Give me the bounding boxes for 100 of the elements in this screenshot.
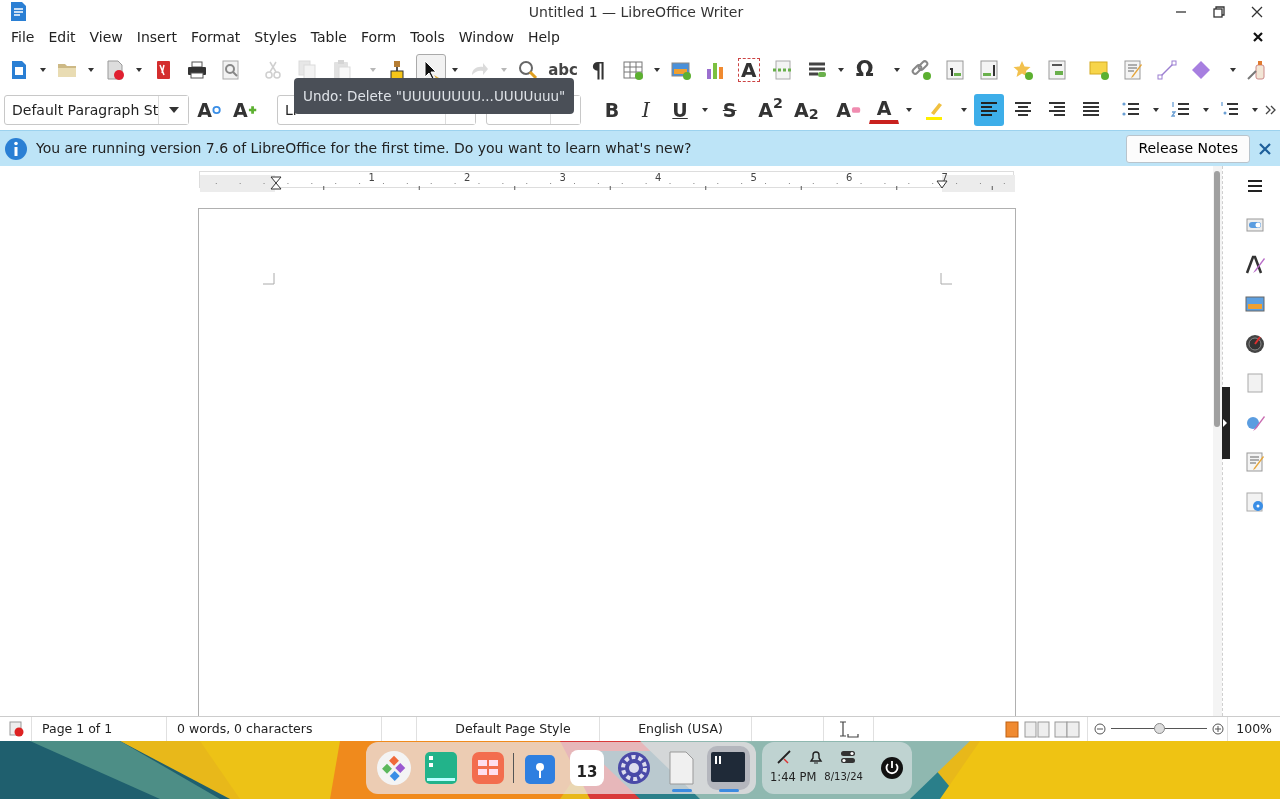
dock-app-button[interactable] — [706, 746, 750, 790]
compass-icon — [1244, 332, 1266, 355]
gear-icon — [616, 750, 653, 786]
paragraph-style-field[interactable]: Default Paragraph St — [4, 95, 190, 125]
plus-icon — [247, 105, 257, 115]
maximize-button[interactable] — [1212, 5, 1226, 19]
restore-icon — [1212, 5, 1226, 19]
two-pages-icon — [1024, 720, 1051, 738]
text-boundary-mark — [262, 273, 275, 285]
more-options-button[interactable] — [1265, 104, 1277, 116]
ruler-number: 7 — [941, 172, 948, 184]
endnote-icon — [977, 59, 1000, 81]
page-count-text: Page 1 of 1 — [42, 719, 113, 738]
book-pages-icon — [1054, 720, 1081, 738]
italic-button[interactable]: I — [631, 94, 662, 126]
menu-item[interactable]: View — [82, 25, 130, 49]
comment-icon — [1087, 59, 1110, 81]
star-icon — [1011, 59, 1034, 81]
font-color-button[interactable]: A — [869, 96, 900, 124]
marks-button[interactable]: ¶ — [583, 54, 614, 86]
align-left-button[interactable] — [974, 94, 1005, 126]
power-button[interactable] — [880, 756, 904, 780]
tiles-app-icon — [469, 750, 506, 786]
sidebar-handle[interactable] — [1222, 387, 1230, 459]
close-icon — [1258, 141, 1272, 156]
menu-item[interactable]: Edit — [41, 25, 83, 49]
menu-item[interactable]: Window — [451, 25, 521, 49]
ruler-number: 6 — [846, 172, 853, 184]
textbox-button[interactable]: A — [733, 54, 764, 86]
cross-reference-icon — [1045, 59, 1068, 81]
chevrons-icon — [1265, 104, 1277, 116]
menu-item[interactable]: Tools — [403, 25, 452, 49]
clock-date: 8/13/24 — [824, 770, 863, 785]
close-icon — [1250, 5, 1264, 19]
scrollbar-thumb[interactable] — [1214, 171, 1220, 427]
menu-item[interactable]: Table — [303, 25, 354, 49]
page-pencil-icon — [1121, 59, 1144, 81]
magnifier-icon — [516, 59, 539, 81]
page-pencil-icon — [1244, 451, 1266, 474]
ruler-number: 1 — [368, 172, 375, 184]
menu-item[interactable]: Form — [353, 25, 404, 49]
zoom-slider[interactable] — [1111, 723, 1208, 735]
footnote-icon — [943, 59, 966, 81]
menu-item[interactable]: Insert — [129, 25, 184, 49]
launcher-icon — [375, 750, 412, 786]
language-text: English (USA) — [638, 719, 723, 738]
ruler-number: 2 — [464, 172, 471, 184]
plus-circle-icon — [1212, 723, 1225, 735]
paintbrush-icon — [1244, 253, 1266, 276]
table-icon — [621, 59, 644, 81]
info-icon — [4, 136, 28, 161]
sidebar-app-icon — [422, 750, 459, 786]
zoom-slider-thumb[interactable] — [1154, 723, 1166, 734]
text-boundary-mark — [939, 273, 952, 285]
menu-item[interactable]: Help — [520, 25, 567, 49]
view-mode-button[interactable] — [1003, 720, 1022, 738]
bold-button[interactable]: B — [597, 94, 628, 126]
close-button[interactable] — [1250, 5, 1264, 19]
eraser-icon — [850, 105, 862, 115]
clear-button[interactable]: A — [832, 94, 866, 126]
line-icon — [1155, 59, 1178, 81]
infobar-message: You are running version 7.6 of LibreOffice for the first time. Do you want to learn what's new? — [36, 139, 693, 158]
window-title: Untitled 1 — LibreOffice Writer — [527, 2, 745, 22]
zoom-in-button[interactable] — [1212, 723, 1225, 735]
close-document-button[interactable] — [1252, 31, 1264, 43]
ruler-number: 4 — [655, 172, 662, 184]
special-button[interactable]: Ω — [849, 54, 880, 86]
document-icon — [8, 1, 28, 23]
subscript-button[interactable]: A$_{2}$ — [790, 94, 823, 126]
minus-circle-icon — [1094, 723, 1107, 735]
ruler-number: 3 — [559, 172, 566, 184]
clock-time: 1:44 PM — [770, 769, 817, 787]
page-style-text: Default Page Style — [455, 719, 571, 738]
page-gear-icon — [1244, 490, 1266, 513]
refresh-icon — [211, 105, 221, 115]
single-page-icon — [1004, 720, 1021, 738]
printer-icon — [186, 59, 209, 81]
new-style-button[interactable]: A — [229, 94, 261, 126]
menu-item[interactable]: File — [4, 25, 42, 49]
menu-item[interactable]: Format — [183, 25, 248, 49]
image-icon — [669, 59, 692, 81]
chain-link-icon — [909, 59, 932, 81]
paint-bottle-icon — [1246, 59, 1268, 81]
superscript-button[interactable]: A$^{2}$ — [754, 94, 787, 126]
underline-button[interactable]: U — [665, 94, 696, 126]
zoom-level-text: 100% — [1236, 719, 1272, 738]
zoom-out-button[interactable] — [1094, 723, 1107, 735]
page-icon — [1244, 372, 1266, 395]
close-icon — [1252, 31, 1264, 43]
page-dot-icon — [104, 59, 127, 81]
update-style-button[interactable]: A — [193, 94, 225, 126]
power-icon — [880, 756, 904, 780]
menu-item[interactable]: Styles — [247, 25, 304, 49]
word-count-text: 0 words, 0 characters — [177, 719, 313, 738]
toggles-icon — [840, 749, 857, 766]
bell-icon — [808, 749, 825, 766]
release-notes-button[interactable]: Release Notes — [1126, 134, 1250, 163]
ruler-number: 5 — [750, 172, 757, 184]
page-break-icon — [771, 59, 794, 81]
strike-button[interactable]: S — [714, 94, 745, 126]
